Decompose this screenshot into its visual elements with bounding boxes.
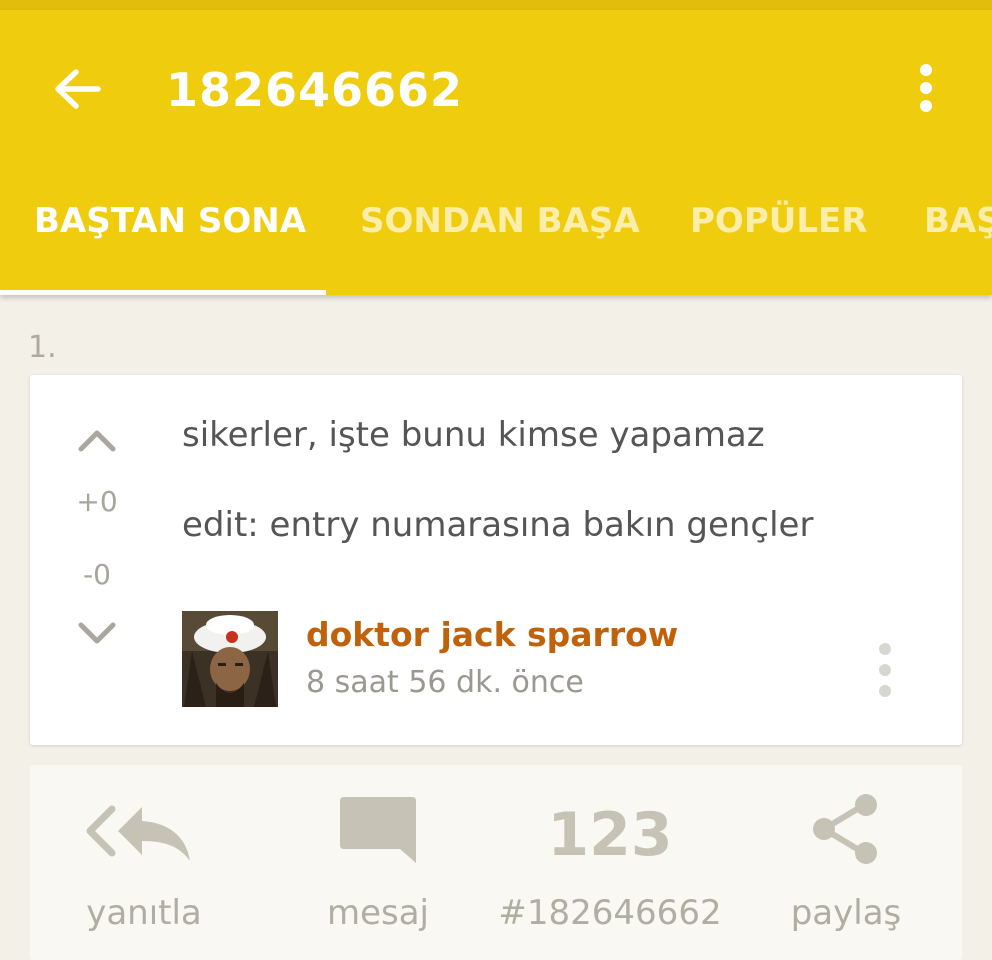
entry-number-button[interactable]: 123 #182646662 <box>490 765 730 960</box>
chevron-down-icon[interactable] <box>75 618 119 648</box>
tab-populer[interactable]: POPÜLER <box>690 200 867 242</box>
entry-card: +0 -0 sikerler, işte bunu kimse yapamaz … <box>30 375 962 745</box>
downvote-count: -0 <box>83 558 111 591</box>
share-button[interactable]: paylaş <box>750 765 942 960</box>
tab-bastan-sona[interactable]: BAŞTAN SONA <box>34 200 306 242</box>
share-label: paylaş <box>790 893 902 933</box>
svg-text:123: 123 <box>547 800 672 865</box>
entry-text-line: sikerler, işte bunu kimse yapamaz <box>182 415 765 455</box>
message-button[interactable]: mesaj <box>282 765 474 960</box>
status-bar <box>0 0 992 10</box>
tab-bas[interactable]: BAŞ <box>924 200 992 242</box>
reply-button[interactable]: yanıtla <box>48 765 240 960</box>
arrow-back-icon[interactable] <box>50 65 106 113</box>
entry-timestamp: 8 saat 56 dk. önce <box>306 665 584 700</box>
entry-index: 1. <box>28 330 57 365</box>
share-icon <box>750 793 942 865</box>
numbers-123-icon: 123 <box>490 793 730 870</box>
tab-sondan-basa[interactable]: SONDAN BAŞA <box>360 200 640 242</box>
author-name[interactable]: doktor jack sparrow <box>306 615 678 654</box>
more-vertical-icon[interactable] <box>870 641 900 699</box>
avatar[interactable] <box>182 611 278 707</box>
message-label: mesaj <box>326 893 430 933</box>
tab-bar: BAŞTAN SONA SONDAN BAŞA POPÜLER BAŞ <box>0 190 992 285</box>
upvote-count: +0 <box>76 485 118 518</box>
tab-indicator <box>0 290 326 295</box>
chevron-up-icon[interactable] <box>75 425 119 455</box>
entry-number-label: #182646662 <box>498 893 722 933</box>
reply-label: yanıtla <box>86 893 202 933</box>
message-icon <box>282 793 474 865</box>
entry-text-line: edit: entry numarasına bakın gençler <box>182 505 814 545</box>
page-title: 182646662 <box>166 63 464 117</box>
entry-action-bar: yanıtla mesaj 123 #182646662 paylaş <box>30 765 962 960</box>
more-vertical-icon[interactable] <box>904 62 948 118</box>
reply-all-icon <box>48 793 240 865</box>
